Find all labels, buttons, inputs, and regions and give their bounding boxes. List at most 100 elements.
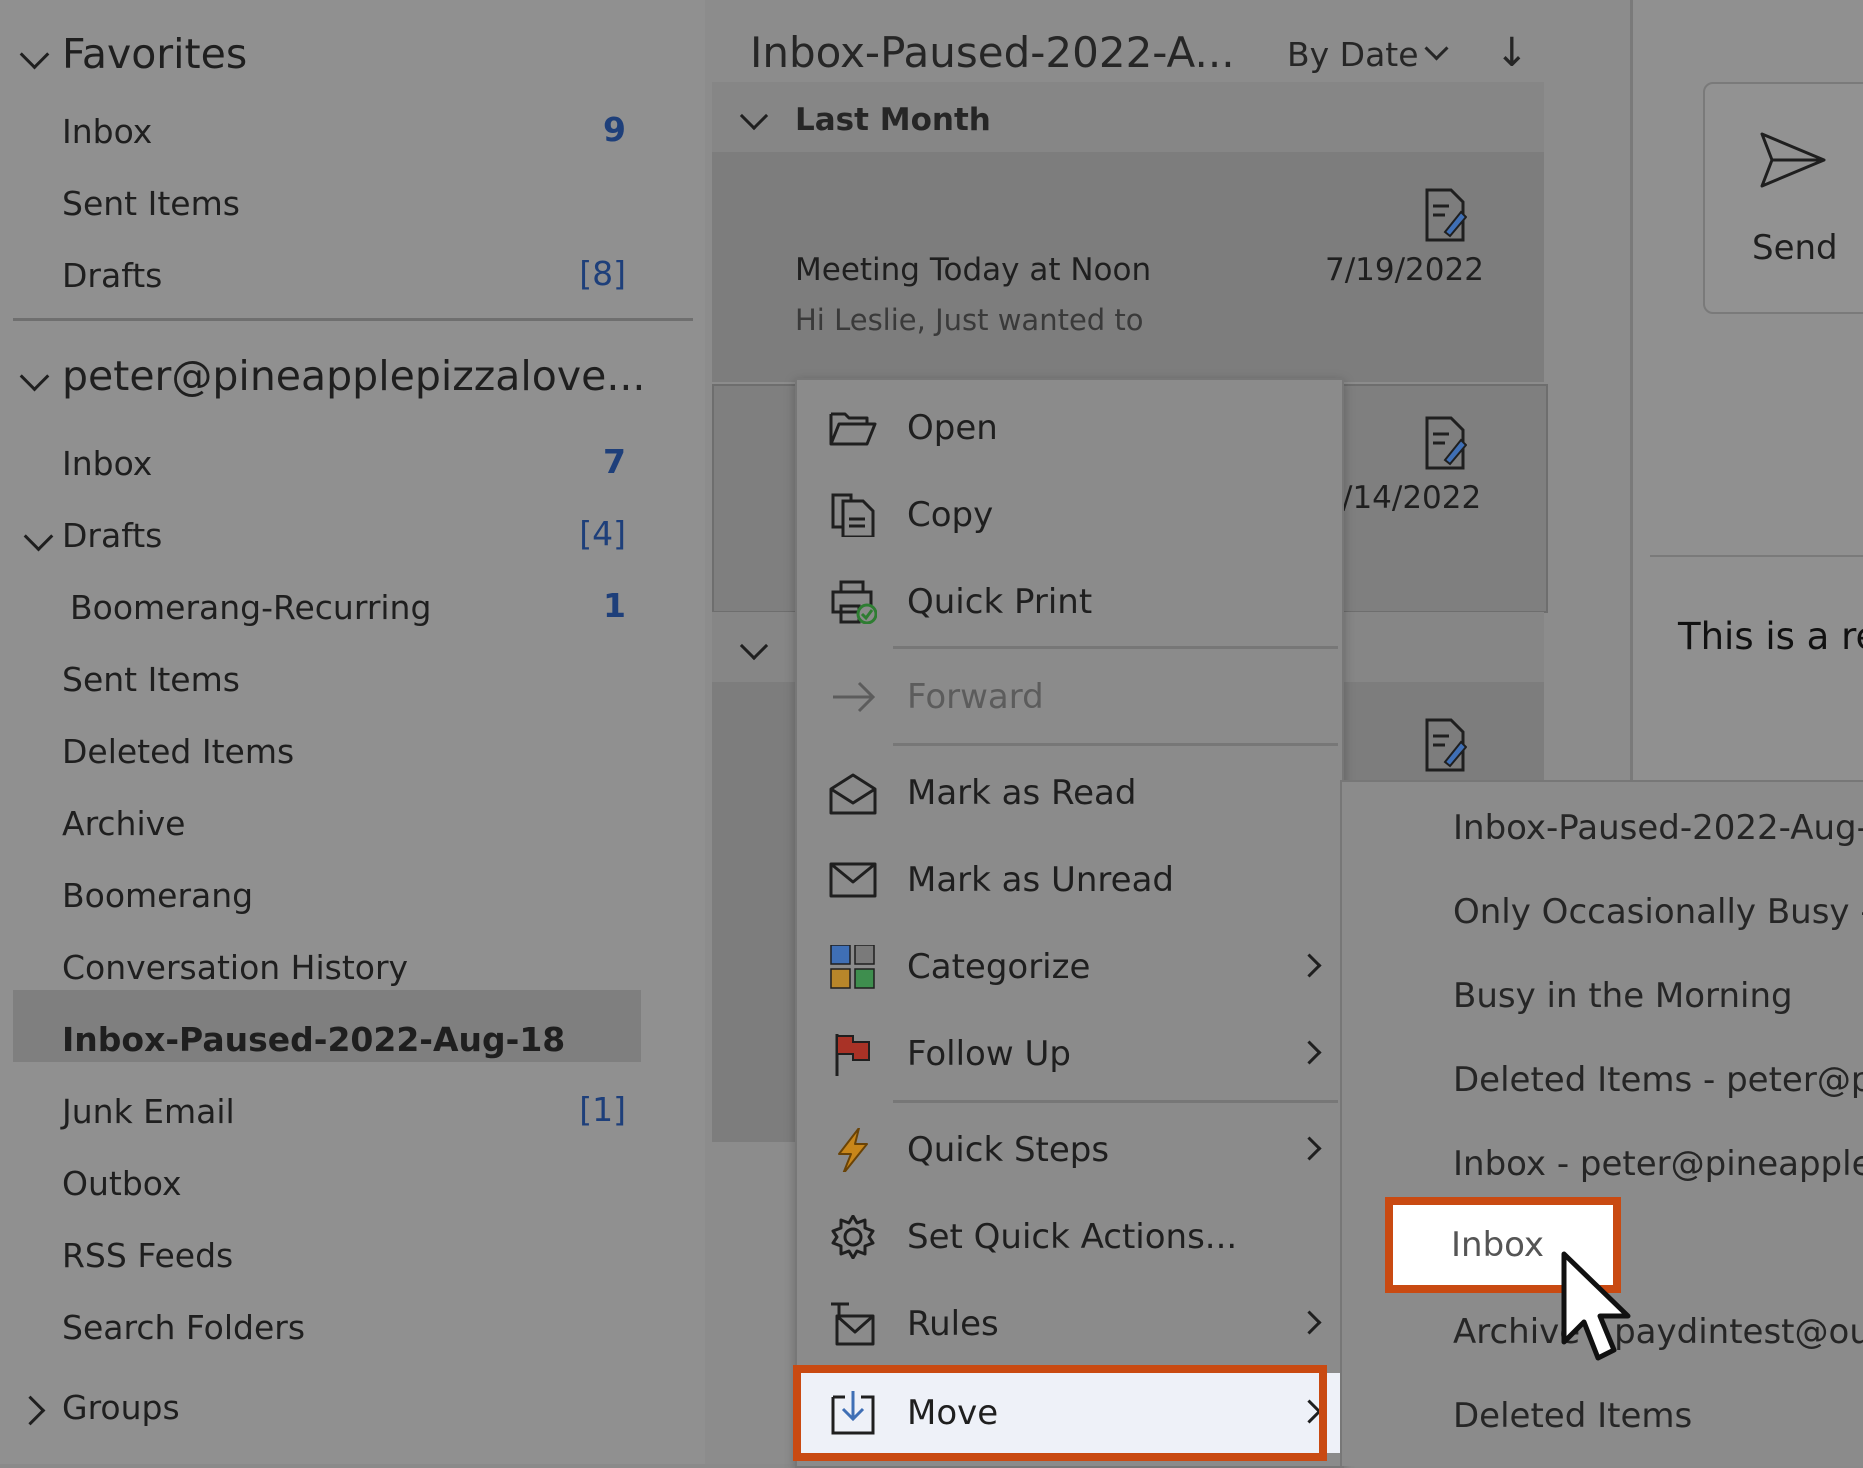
forward-arrow-icon bbox=[833, 681, 876, 713]
message-preview: Hi Leslie, Just wanted to bbox=[795, 303, 1144, 337]
unread-count: 1 bbox=[603, 586, 626, 625]
groups-label: Groups bbox=[62, 1388, 180, 1427]
folder-item-favorites-drafts[interactable]: Drafts [8] bbox=[0, 242, 700, 308]
folder-item-drafts[interactable]: Drafts [4] bbox=[0, 502, 700, 568]
menu-item-open[interactable]: Open bbox=[795, 388, 1340, 468]
mouse-cursor-icon bbox=[1561, 1251, 1631, 1361]
submenu-item[interactable]: Archive - paydintest@outl bbox=[1453, 1312, 1863, 1352]
folder-pane: Favorites Inbox 9 Sent Items Drafts [8] … bbox=[0, 0, 705, 1464]
rules-icon bbox=[831, 1302, 875, 1346]
menu-separator bbox=[893, 743, 1338, 746]
menu-item-quick-steps[interactable]: Quick Steps bbox=[795, 1110, 1340, 1190]
folder-label: Inbox bbox=[62, 444, 153, 483]
categorize-icon bbox=[830, 945, 875, 989]
sort-dropdown[interactable]: By Date bbox=[1287, 35, 1419, 74]
submenu-item[interactable]: Only Occasionally Busy - b bbox=[1453, 892, 1863, 932]
menu-item-forward: Forward bbox=[795, 657, 1340, 737]
menu-item-mark-as-unread[interactable]: Mark as Unread bbox=[795, 840, 1340, 920]
unread-count: 7 bbox=[603, 442, 626, 481]
menu-item-set-quick-actions[interactable]: Set Quick Actions... bbox=[795, 1197, 1340, 1277]
menu-item-follow-up[interactable]: Follow Up bbox=[795, 1014, 1340, 1094]
folder-item-favorites-inbox[interactable]: Inbox 9 bbox=[0, 98, 700, 164]
draft-icon bbox=[1425, 718, 1467, 772]
folder-item-favorites-sent[interactable]: Sent Items bbox=[0, 170, 700, 236]
menu-item-label: Mark as Read bbox=[907, 773, 1137, 813]
folder-item-search-folders[interactable]: Search Folders bbox=[0, 1294, 700, 1360]
folder-label: RSS Feeds bbox=[62, 1236, 234, 1275]
menu-item-categorize[interactable]: Categorize bbox=[795, 927, 1340, 1007]
chevron-right-icon[interactable] bbox=[15, 1395, 46, 1426]
folder-label: Sent Items bbox=[62, 660, 240, 699]
submenu-item[interactable]: Deleted Items - peter@pi bbox=[1453, 1060, 1863, 1100]
menu-item-mark-as-read[interactable]: Mark as Read bbox=[795, 753, 1340, 833]
folder-label: Sent Items bbox=[62, 184, 240, 223]
menu-separator bbox=[893, 646, 1338, 649]
draft-count: [4] bbox=[579, 514, 626, 553]
move-highlight-box bbox=[793, 1365, 1327, 1461]
folder-label: Drafts bbox=[62, 256, 163, 295]
menu-item-quick-print[interactable]: Quick Print bbox=[795, 562, 1340, 642]
menu-item-label: Categorize bbox=[907, 947, 1091, 987]
folder-item-boomerang-recurring[interactable]: Boomerang-Recurring 1 bbox=[0, 574, 700, 640]
send-button[interactable] bbox=[1703, 82, 1863, 314]
folder-item-inbox[interactable]: Inbox 7 bbox=[0, 430, 700, 496]
menu-item-rules[interactable]: Rules bbox=[795, 1284, 1340, 1364]
submenu-item[interactable]: Inbox-Paused-2022-Aug-1 bbox=[1453, 808, 1863, 848]
folder-item-sent-items[interactable]: Sent Items bbox=[0, 646, 700, 712]
folder-label: Conversation History bbox=[62, 948, 409, 987]
chevron-down-icon[interactable] bbox=[19, 361, 50, 392]
folder-item-archive[interactable]: Archive bbox=[0, 790, 700, 856]
chevron-right-icon bbox=[1297, 1310, 1322, 1335]
folder-label: Inbox-Paused-2022-Aug-18 bbox=[62, 1020, 566, 1059]
favorites-header[interactable]: Favorites bbox=[0, 20, 700, 86]
folder-title: Inbox-Paused-2022-A... bbox=[750, 28, 1235, 77]
gear-icon bbox=[831, 1215, 875, 1259]
folder-item-junk-email[interactable]: Junk Email [1] bbox=[0, 1078, 700, 1144]
submenu-item[interactable]: Busy in the Morning bbox=[1453, 976, 1793, 1016]
menu-item-label: Rules bbox=[907, 1304, 999, 1344]
menu-item-copy[interactable]: Copy bbox=[795, 475, 1340, 555]
folder-label: Boomerang bbox=[62, 876, 254, 915]
menu-item-label: Mark as Unread bbox=[907, 860, 1175, 900]
message-date: 7/19/2022 bbox=[1325, 252, 1484, 288]
submenu-item[interactable]: Inbox - peter@pineapplep bbox=[1453, 1144, 1863, 1184]
chevron-down-icon[interactable] bbox=[19, 39, 50, 70]
folder-label: Archive bbox=[62, 804, 186, 843]
folder-item-rss-feeds[interactable]: RSS Feeds bbox=[0, 1222, 700, 1288]
groups-header[interactable]: Groups bbox=[0, 1374, 700, 1440]
menu-item-label: Copy bbox=[907, 495, 994, 535]
message-subject: Meeting Today at Noon bbox=[795, 252, 1152, 288]
menu-item-label: Quick Print bbox=[907, 582, 1093, 622]
chevron-down-icon[interactable] bbox=[23, 521, 54, 552]
submenu-item[interactable]: Deleted Items bbox=[1453, 1396, 1692, 1436]
flag-icon bbox=[835, 1034, 870, 1076]
folder-label: Outbox bbox=[62, 1164, 182, 1203]
folder-label: Junk Email bbox=[62, 1092, 235, 1131]
envelope-open-icon bbox=[829, 773, 877, 815]
menu-item-label: Forward bbox=[907, 677, 1044, 717]
message-date: /14/2022 bbox=[1342, 480, 1482, 516]
draft-count: [8] bbox=[579, 254, 626, 293]
menu-item-label: Follow Up bbox=[907, 1034, 1071, 1074]
folder-label: Inbox bbox=[62, 112, 153, 151]
menu-item-label: Set Quick Actions... bbox=[907, 1217, 1238, 1257]
folder-item-boomerang[interactable]: Boomerang bbox=[0, 862, 700, 928]
folder-label: Drafts bbox=[62, 516, 163, 555]
draft-icon bbox=[1425, 188, 1467, 242]
sort-direction-arrow-icon[interactable]: ↓ bbox=[1495, 30, 1529, 76]
folder-item-deleted-items[interactable]: Deleted Items bbox=[0, 718, 700, 784]
send-label: Send bbox=[1752, 228, 1838, 268]
folder-item-outbox[interactable]: Outbox bbox=[0, 1150, 700, 1216]
account-header[interactable]: peter@pineapplepizzalove... bbox=[0, 342, 700, 408]
folder-item-inbox-paused[interactable]: Inbox-Paused-2022-Aug-18 bbox=[0, 1006, 700, 1072]
chevron-right-icon bbox=[1297, 1040, 1322, 1065]
folder-label: Search Folders bbox=[62, 1308, 306, 1347]
menu-item-label: Quick Steps bbox=[907, 1130, 1110, 1170]
nav-divider bbox=[13, 318, 693, 321]
printer-icon bbox=[831, 580, 877, 624]
group-label: Last Month bbox=[795, 102, 991, 138]
folder-open-icon bbox=[829, 412, 877, 446]
draft-icon bbox=[1425, 416, 1467, 470]
favorites-label: Favorites bbox=[62, 30, 248, 78]
submenu-item-label: Inbox bbox=[1451, 1225, 1545, 1265]
